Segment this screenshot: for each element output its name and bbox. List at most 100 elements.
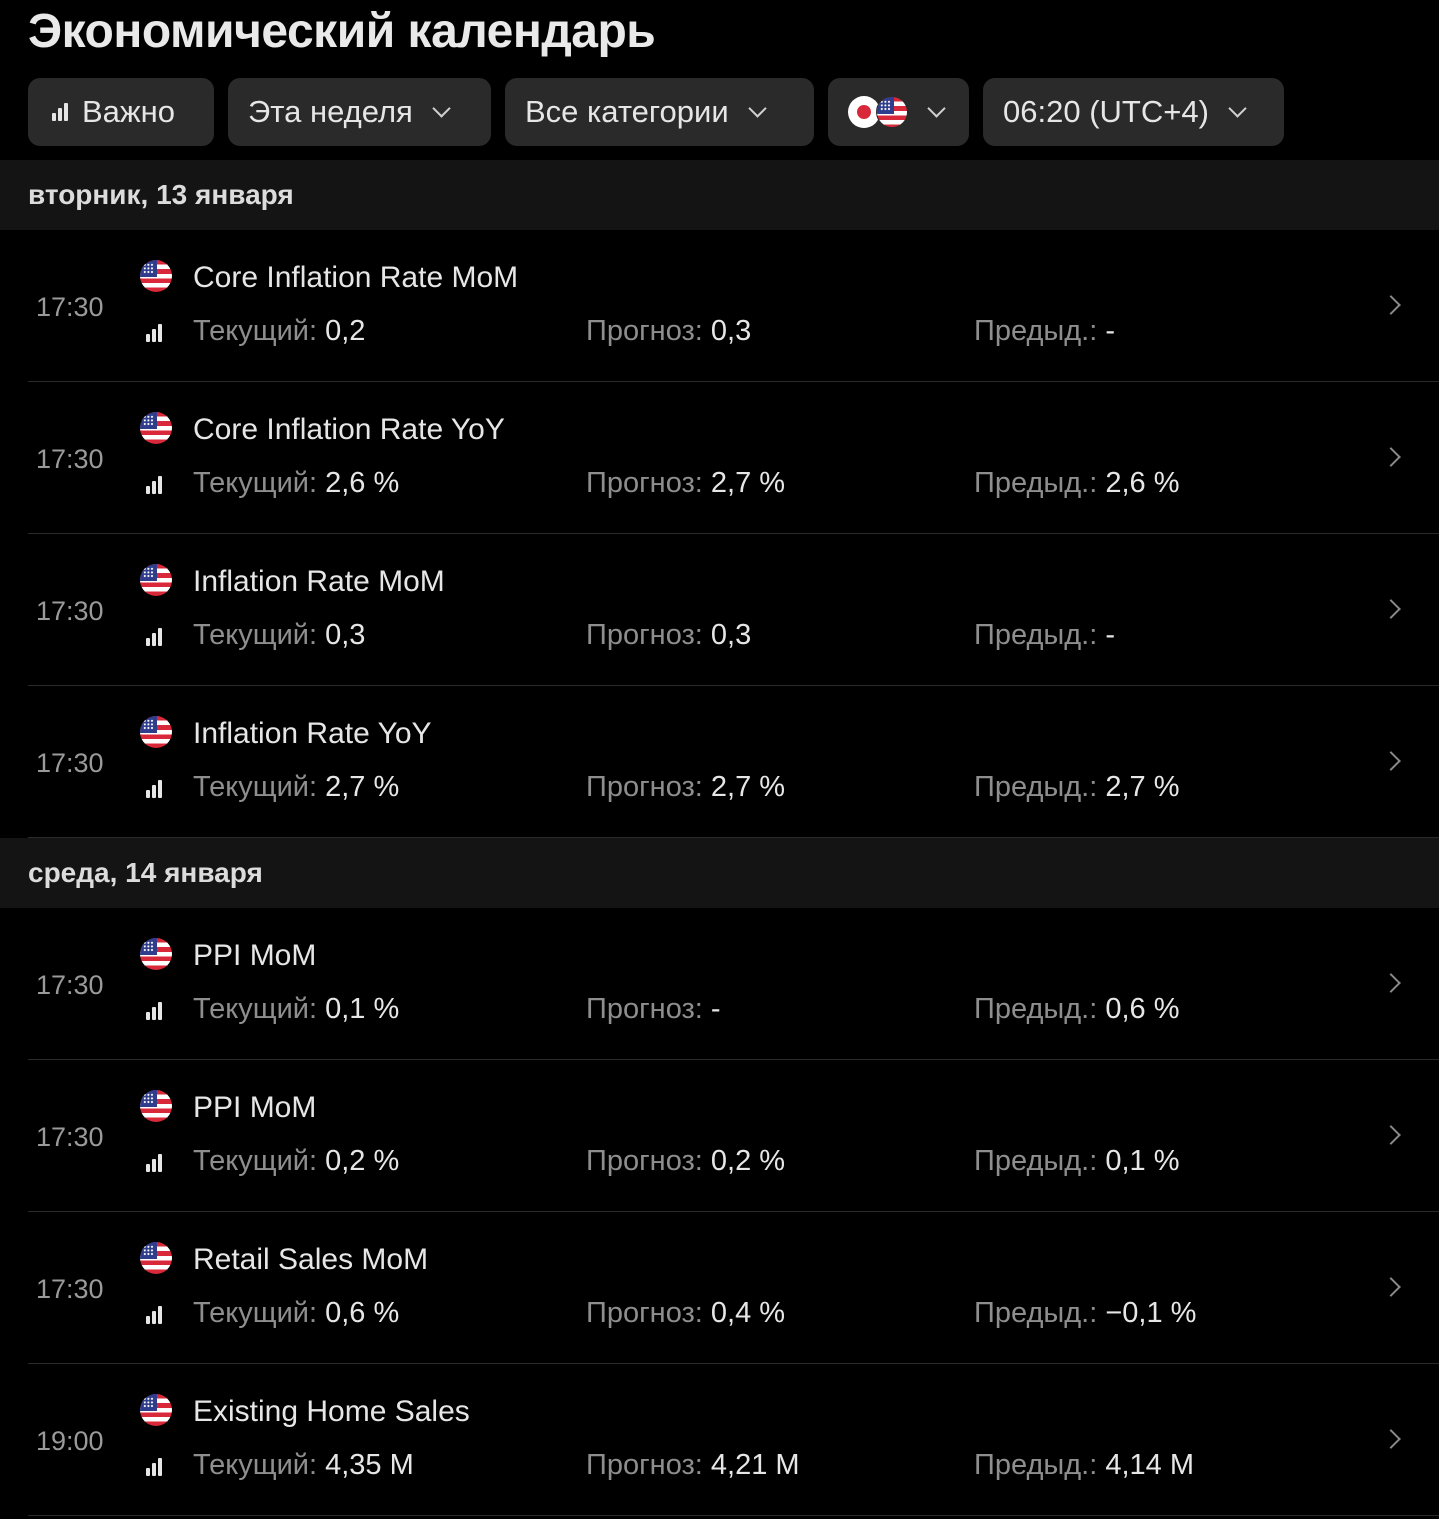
current-label: Текущий:	[193, 1297, 318, 1329]
current-value: 2,7 %	[325, 771, 400, 803]
event-time: 17:30	[36, 748, 104, 778]
event-current: Текущий: 0,1 %	[193, 993, 399, 1026]
importance-bars-icon	[146, 780, 162, 798]
event-name: PPI MoM	[193, 939, 317, 972]
chevron-right-icon[interactable]	[1381, 1429, 1401, 1449]
event-row[interactable]: 17:30 Retail Sales MoM Текущий: 0,6 % Прогн…	[28, 1212, 1439, 1364]
current-label: Текущий:	[193, 1449, 318, 1481]
chevron-right-icon[interactable]	[1381, 1125, 1401, 1145]
chevron-right-icon[interactable]	[1381, 973, 1401, 993]
previous-value: 0,1 %	[1105, 1145, 1180, 1177]
event-row[interactable]: 17:30 Inflation Rate YoY Текущий: 2,7 % Про…	[28, 686, 1439, 838]
us-flag-icon	[140, 1394, 172, 1426]
us-flag-icon	[140, 564, 172, 596]
event-row[interactable]: 19:00 Existing Home Sales Текущий: 4,35 M П…	[28, 1364, 1439, 1516]
previous-label: Предыд.:	[974, 1145, 1098, 1177]
event-forecast: Прогноз: 2,7 %	[586, 771, 785, 804]
importance-filter-button[interactable]: Важно	[28, 78, 214, 146]
importance-filter-label: Важно	[82, 94, 176, 129]
filter-bar: Важно Эта неделя Все категории 06:20 (UT…	[28, 78, 1284, 146]
event-previous: Предыд.: 2,6 %	[974, 467, 1180, 500]
forecast-value: 2,7 %	[710, 771, 786, 803]
category-dropdown[interactable]: Все категории	[505, 78, 814, 146]
event-time: 17:30	[36, 970, 104, 1000]
day-header: вторник, 13 января	[0, 160, 1439, 230]
previous-value: 2,7 %	[1105, 771, 1180, 803]
chevron-down-icon	[1228, 98, 1247, 118]
day-header: среда, 14 января	[0, 838, 1439, 908]
event-name: Core Inflation Rate YoY	[193, 413, 505, 446]
importance-bars-icon	[146, 1306, 162, 1324]
forecast-label: Прогноз:	[586, 619, 703, 651]
event-current: Текущий: 0,2 %	[193, 1145, 399, 1178]
us-flag-icon	[140, 260, 172, 292]
forecast-value: 0,4 %	[710, 1297, 786, 1329]
previous-label: Предыд.:	[974, 1297, 1098, 1329]
current-label: Текущий:	[193, 993, 318, 1025]
chevron-right-icon[interactable]	[1381, 295, 1401, 315]
current-label: Текущий:	[193, 467, 318, 499]
event-forecast: Прогноз: 2,7 %	[586, 467, 785, 500]
previous-label: Предыд.:	[974, 619, 1098, 651]
period-dropdown[interactable]: Эта неделя	[228, 78, 491, 146]
us-flag-icon	[140, 938, 172, 970]
chevron-right-icon[interactable]	[1381, 751, 1401, 771]
event-row[interactable]: 17:30 Core Inflation Rate MoM Текущий: 0,2…	[28, 230, 1439, 382]
page-title: Экономический календарь	[28, 5, 656, 58]
previous-value: −0,1 %	[1105, 1297, 1197, 1329]
us-flag-icon	[876, 96, 908, 128]
us-flag-icon	[140, 1242, 172, 1274]
chevron-right-icon[interactable]	[1381, 1277, 1401, 1297]
previous-label: Предыд.:	[974, 467, 1098, 499]
timezone-dropdown[interactable]: 06:20 (UTC+4)	[983, 78, 1284, 146]
us-flag-icon	[140, 1090, 172, 1122]
event-row[interactable]: 17:30 PPI MoM Текущий: 0,1 % Прогноз: - Пред…	[28, 908, 1439, 1060]
forecast-value: -	[710, 993, 721, 1025]
current-value: 0,3	[325, 619, 366, 651]
event-row[interactable]: 17:30 Core Inflation Rate YoY Текущий: 2,6…	[28, 382, 1439, 534]
us-flag-icon	[140, 412, 172, 444]
event-previous: Предыд.: -	[974, 315, 1115, 348]
current-value: 0,1 %	[325, 993, 400, 1025]
event-time: 17:30	[36, 1122, 104, 1152]
forecast-label: Прогноз:	[586, 1449, 703, 1481]
chevron-right-icon[interactable]	[1381, 599, 1401, 619]
event-previous: Предыд.: -	[974, 619, 1115, 652]
forecast-label: Прогноз:	[586, 315, 703, 347]
importance-bars-icon	[52, 103, 68, 121]
importance-bars-icon	[146, 1154, 162, 1172]
event-row[interactable]: 17:30 Inflation Rate MoM Текущий: 0,3 Прогн…	[28, 534, 1439, 686]
event-current: Текущий: 0,6 %	[193, 1297, 399, 1330]
event-forecast: Прогноз: 0,4 %	[586, 1297, 785, 1330]
event-previous: Предыд.: 0,1 %	[974, 1145, 1180, 1178]
previous-label: Предыд.:	[974, 771, 1098, 803]
chevron-down-icon	[927, 98, 946, 118]
forecast-label: Прогноз:	[586, 771, 703, 803]
importance-bars-icon	[146, 1458, 162, 1476]
event-name: PPI MoM	[193, 1091, 317, 1124]
event-current: Текущий: 4,35 M	[193, 1449, 414, 1482]
event-current: Текущий: 2,6 %	[193, 467, 399, 500]
category-dropdown-label: Все категории	[525, 94, 729, 129]
event-name: Inflation Rate MoM	[193, 565, 445, 598]
forecast-label: Прогноз:	[586, 1297, 703, 1329]
importance-bars-icon	[146, 476, 162, 494]
forecast-value: 0,3	[710, 315, 752, 347]
previous-value: 0,6 %	[1105, 993, 1180, 1025]
current-value: 4,35 M	[325, 1449, 414, 1481]
forecast-label: Прогноз:	[586, 467, 703, 499]
event-row[interactable]: 17:30 PPI MoM Текущий: 0,2 % Прогноз: 0,2 %…	[28, 1060, 1439, 1212]
event-previous: Предыд.: 2,7 %	[974, 771, 1180, 804]
event-forecast: Прогноз: 0,2 %	[586, 1145, 785, 1178]
forecast-label: Прогноз:	[586, 1145, 703, 1177]
event-forecast: Прогноз: 0,3	[586, 315, 751, 348]
event-current: Текущий: 0,2	[193, 315, 365, 348]
chevron-down-icon	[432, 98, 451, 118]
event-name: Existing Home Sales	[193, 1395, 470, 1428]
chevron-right-icon[interactable]	[1381, 447, 1401, 467]
event-name: Inflation Rate YoY	[193, 717, 432, 750]
current-value: 0,6 %	[325, 1297, 400, 1329]
importance-bars-icon	[146, 324, 162, 342]
current-value: 0,2	[325, 315, 366, 347]
country-dropdown[interactable]	[828, 78, 969, 146]
